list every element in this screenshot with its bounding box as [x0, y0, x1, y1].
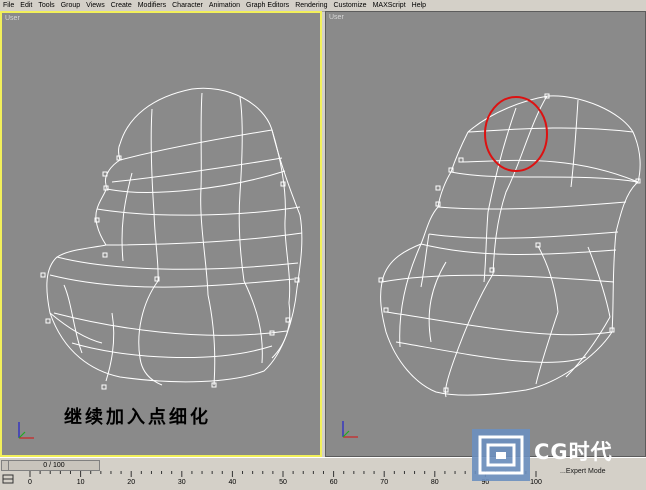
ruler-tick-label: 10	[77, 479, 85, 485]
axis-gizmo-icon	[18, 422, 34, 439]
menu-item-tools[interactable]: Tools	[35, 1, 57, 11]
logo-text: CG时代	[534, 440, 613, 464]
menu-item-modifiers[interactable]: Modifiers	[135, 1, 169, 11]
menu-item-create[interactable]: Create	[108, 1, 135, 11]
ruler-tick-label: 50	[279, 479, 287, 485]
ruler-tick-label: 30	[178, 479, 186, 485]
ruler-tick-label: 0	[28, 479, 32, 485]
menu-item-group[interactable]: Group	[58, 1, 83, 11]
menu-item-character[interactable]: Character	[169, 1, 206, 11]
ruler-tick-label: 80	[431, 479, 439, 485]
left-viewport[interactable]: User	[0, 11, 322, 457]
menu-item-animation[interactable]: Animation	[206, 1, 243, 11]
axis-gizmo-icon	[342, 421, 358, 438]
time-slider[interactable]: 0 / 100	[8, 460, 100, 471]
menu-item-maxscript[interactable]: MAXScript	[370, 1, 409, 11]
wireframe-model-right	[378, 93, 641, 398]
menu-item-file[interactable]: File	[0, 1, 17, 11]
ruler-tick-label: 20	[127, 479, 135, 485]
wireframe-model-left	[40, 87, 303, 390]
watermark-text: ...Expert Mode	[560, 468, 606, 475]
menu-item-graph-editors[interactable]: Graph Editors	[243, 1, 292, 11]
ruler-tick-label: 70	[380, 479, 388, 485]
menu-item-help[interactable]: Help	[409, 1, 429, 11]
ruler-tick-label: 60	[330, 479, 338, 485]
menu-item-customize[interactable]: Customize	[331, 1, 370, 11]
menu-item-rendering[interactable]: Rendering	[292, 1, 330, 11]
menu-item-views[interactable]: Views	[83, 1, 108, 11]
right-viewport[interactable]: User	[325, 11, 646, 457]
caption-text: 继续加入点细化	[64, 407, 211, 428]
menu-item-edit[interactable]: Edit	[17, 1, 35, 11]
ruler-tick-label: 40	[229, 479, 237, 485]
